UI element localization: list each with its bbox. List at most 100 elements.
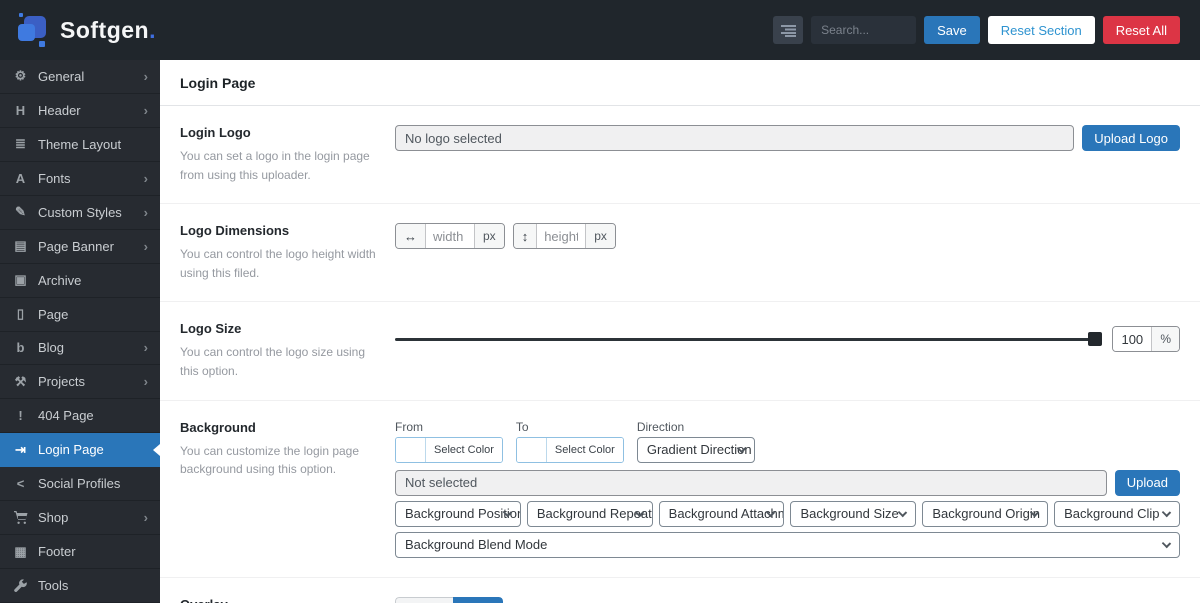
background-size-select[interactable]: Background Size [790, 500, 917, 527]
wrench-icon [12, 579, 29, 593]
logo-size-slider-track[interactable] [395, 331, 1103, 346]
vertical-arrow-icon: ↕ [513, 224, 538, 249]
width-input-group: ↔ px [395, 223, 505, 250]
login-logo-value-input[interactable] [395, 125, 1075, 151]
blog-icon: b [16, 340, 25, 356]
setting-row-background: Background You can customize the login p… [160, 401, 1200, 578]
background-attachment-select[interactable]: Background Attachment [658, 500, 785, 527]
color-swatch [516, 437, 547, 462]
logo-size-label: Logo Size [180, 321, 242, 337]
page-icon: ▯ [16, 306, 25, 322]
brand-name: Softgen. [60, 16, 156, 43]
background-image-value-input[interactable] [395, 469, 1107, 496]
select-color-button[interactable]: Select Color [426, 437, 502, 462]
setting-row-login-logo: Login Logo You can set a logo in the log… [160, 106, 1200, 205]
reset-section-button[interactable]: Reset Section [987, 16, 1095, 44]
main-content: Login Page Login Logo You can set a logo… [160, 60, 1200, 603]
px-unit-label: px [474, 224, 504, 249]
chevron-right-icon: › [143, 170, 148, 186]
sidebar-item-blog[interactable]: b Blog › [0, 332, 160, 366]
reset-all-button[interactable]: Reset All [1102, 16, 1180, 44]
height-input-group: ↕ px [512, 223, 616, 250]
search-input[interactable] [811, 16, 917, 44]
pencil-icon: ✎ [15, 204, 26, 220]
gradient-to-block: To Select Color [515, 419, 624, 465]
archive-icon: ▣ [14, 272, 27, 288]
background-upload-button[interactable]: Upload [1114, 469, 1180, 496]
header-icon: H [15, 102, 26, 118]
horizontal-arrow-icon: ↔ [396, 224, 426, 249]
overlay-show-button[interactable]: Show [395, 596, 453, 603]
chevron-right-icon: › [143, 204, 148, 220]
background-origin-select[interactable]: Background Origin [922, 500, 1049, 527]
logo-height-input[interactable] [537, 224, 586, 249]
sidebar-item-shop[interactable]: Shop › [0, 501, 160, 536]
logo-size-value-input[interactable] [1113, 327, 1152, 352]
setting-row-overlay: Overlay You can enable or disable login … [160, 578, 1200, 603]
to-label: To [515, 419, 529, 434]
sidebar-item-theme-layout[interactable]: ≣ Theme Layout [0, 128, 160, 162]
logo-width-input[interactable] [426, 224, 474, 249]
table-icon: ▦ [14, 543, 27, 559]
fonts-icon: A [15, 170, 26, 186]
cart-icon [12, 511, 29, 525]
overlay-toggle-group: Show Hide [395, 596, 504, 603]
from-color-picker[interactable]: Select Color [395, 436, 503, 463]
gradient-from-block: From Select Color [395, 420, 503, 465]
setting-row-logo-dimensions: Logo Dimensions You can control the logo… [160, 204, 1200, 303]
sidebar-item-social-profiles[interactable]: < Social Profiles [0, 467, 160, 502]
sidebar-item-projects[interactable]: ⚒ Projects › [0, 365, 160, 400]
sidebar-item-footer[interactable]: ▦ Footer [0, 535, 160, 570]
brand: Softgen. [16, 12, 156, 48]
login-icon: ⇥ [15, 441, 26, 457]
upload-logo-button[interactable]: Upload Logo [1082, 125, 1180, 151]
sidebar-item-page[interactable]: ▯ Page [0, 298, 160, 332]
sidebar-item-custom-styles[interactable]: ✎ Custom Styles › [0, 196, 160, 230]
logo-dimensions-label: Logo Dimensions [180, 223, 290, 239]
chevron-right-icon: › [143, 374, 148, 390]
tools-icon: ⚒ [14, 373, 27, 389]
share-icon: < [16, 476, 25, 492]
sidebar-item-page-banner[interactable]: ▤ Page Banner › [0, 230, 160, 264]
chevron-down-icon [898, 507, 908, 517]
sidebar-item-header[interactable]: H Header › [0, 94, 160, 128]
chevron-right-icon: › [143, 102, 148, 118]
sidebar-item-login-page[interactable]: ⇥ Login Page [0, 433, 160, 468]
login-logo-label: Login Logo [180, 125, 251, 140]
sidebar-item-fonts[interactable]: A Fonts › [0, 162, 160, 196]
overlay-hide-button[interactable]: Hide [452, 596, 504, 603]
chevron-right-icon: › [143, 68, 148, 84]
gear-icon: ⚙ [14, 68, 27, 84]
logo-dimensions-description: You can control the logo height width us… [180, 247, 376, 280]
background-position-select[interactable]: Background Position [395, 500, 521, 527]
gradient-direction-block: Direction Gradient Direction [636, 419, 755, 465]
background-description: You can customize the login page backgro… [180, 443, 360, 477]
px-unit-label: px [585, 224, 615, 249]
logo-size-slider-handle[interactable] [1088, 331, 1103, 346]
sidebar-item-tools[interactable]: Tools [0, 569, 160, 603]
chevron-down-icon [1161, 538, 1172, 548]
chevron-right-icon: › [143, 340, 148, 356]
save-button[interactable]: Save [924, 16, 980, 44]
collapse-menu-button[interactable] [773, 16, 804, 44]
from-label: From [395, 419, 423, 434]
sidebar-item-404-page[interactable]: ! 404 Page [0, 399, 160, 434]
direction-label: Direction [636, 419, 685, 434]
select-color-button[interactable]: Select Color [546, 437, 623, 462]
login-logo-description: You can set a logo in the login page fro… [180, 149, 370, 182]
sidebar-item-general[interactable]: ⚙ General › [0, 60, 160, 94]
sidebar-item-archive[interactable]: ▣ Archive [0, 264, 160, 298]
to-color-picker[interactable]: Select Color [515, 436, 624, 463]
background-blend-mode-select[interactable]: Background Blend Mode [395, 531, 1180, 558]
percent-unit-label: % [1151, 327, 1179, 352]
setting-row-logo-size: Logo Size You can control the logo size … [160, 302, 1200, 401]
layers-icon: ≣ [15, 136, 26, 152]
softgen-logo-icon [16, 12, 50, 48]
background-repeat-select[interactable]: Background Repeat [526, 500, 653, 527]
warning-icon: ! [18, 408, 23, 424]
image-icon: ▤ [14, 238, 27, 254]
logo-size-value-group: % [1112, 326, 1180, 353]
gradient-direction-select[interactable]: Gradient Direction [636, 436, 755, 463]
overlay-label: Overlay [180, 597, 395, 603]
background-clip-select[interactable]: Background Clip [1054, 500, 1180, 527]
